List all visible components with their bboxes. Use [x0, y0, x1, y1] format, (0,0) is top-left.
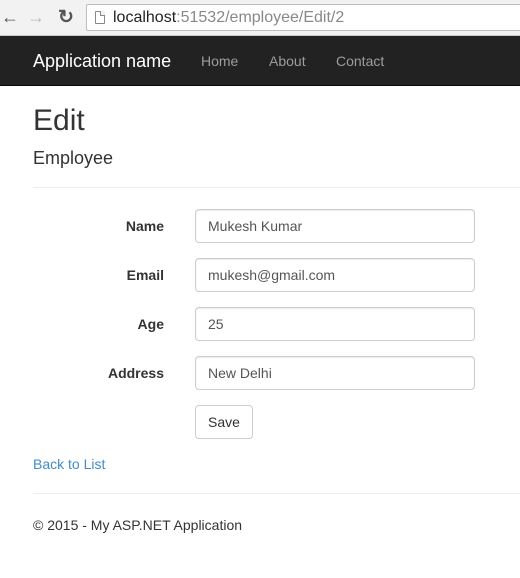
save-button[interactable]: Save — [195, 405, 253, 439]
divider — [33, 187, 520, 188]
age-label: Age — [137, 316, 164, 332]
page-icon — [95, 11, 105, 24]
back-to-list-link[interactable]: Back to List — [33, 456, 105, 472]
navbar: Application name Home About Contact — [0, 36, 520, 86]
name-label: Name — [125, 218, 164, 234]
footer-divider — [33, 493, 520, 494]
back-arrow-icon[interactable]: ← — [0, 6, 20, 28]
footer-text: © 2015 - My ASP.NET Application — [33, 517, 243, 533]
address-input[interactable] — [195, 356, 475, 390]
address-label: Address — [107, 365, 164, 381]
brand-link[interactable]: Application name — [33, 51, 171, 72]
email-input[interactable] — [195, 258, 475, 292]
page-title: Edit — [33, 104, 85, 137]
browser-toolbar: ← → ↻ localhost:51532/employee/Edit/2 — [0, 0, 520, 36]
email-label: Email — [126, 267, 164, 283]
forward-arrow-icon[interactable]: → — [26, 6, 46, 28]
nav-link-about[interactable]: About — [269, 53, 306, 69]
address-bar[interactable]: localhost:51532/employee/Edit/2 — [86, 4, 520, 31]
age-input[interactable] — [195, 307, 475, 341]
url-path: :51532/employee/Edit/2 — [176, 8, 345, 26]
nav-link-contact[interactable]: Contact — [336, 53, 384, 69]
reload-icon[interactable]: ↻ — [56, 6, 76, 28]
url-host: localhost — [113, 8, 177, 26]
nav-link-home[interactable]: Home — [201, 53, 238, 69]
name-input[interactable] — [195, 209, 475, 243]
page-subtitle: Employee — [33, 148, 114, 168]
